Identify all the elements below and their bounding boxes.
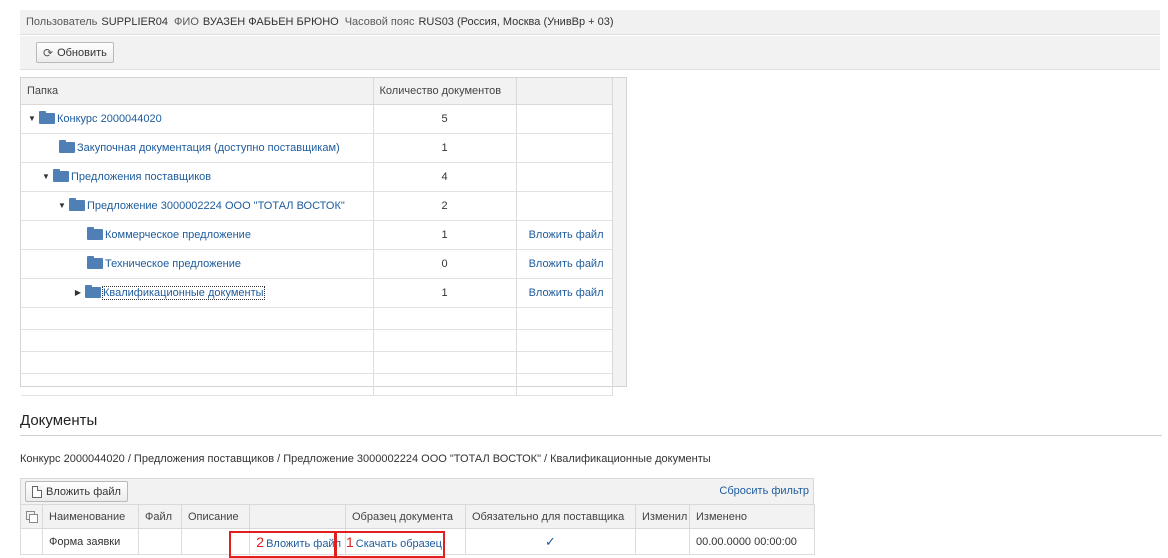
column-header-count[interactable]: Количество документов [373,78,517,105]
column-header-name[interactable]: Наименование [42,504,139,529]
checkmark-icon: ✓ [545,533,556,549]
empty-row [21,329,613,352]
column-header-changed-at[interactable]: Изменено [689,504,815,529]
tree-row[interactable]: Закупочная документация (доступно постав… [21,133,613,163]
doc-count: 0 [373,249,517,279]
empty-row [21,307,613,330]
folder-link[interactable]: Конкурс 2000044020 [57,113,162,125]
folder-link[interactable]: Предложения поставщиков [71,171,211,183]
folder-icon [39,111,55,124]
folder-tree-table: Папка Количество документов ▼ Конкурс 20… [20,77,627,396]
doc-name: Форма заявки [42,528,139,555]
doc-count: 4 [373,162,517,192]
doc-count: 1 [373,133,517,163]
document-icon [32,485,42,498]
user-label: Пользователь [26,16,98,28]
tree-row[interactable]: Коммерческое предложение 1 Вложить файл [21,220,613,250]
doc-count: 5 [373,104,517,134]
timezone-label: Часовой пояс [344,16,415,28]
folder-link[interactable]: Техническое предложение [105,258,241,270]
tree-row[interactable]: ▼ Конкурс 2000044020 5 [21,104,613,134]
user-value: SUPPLIER04 [101,16,169,28]
folder-link[interactable]: Закупочная документация (доступно постав… [77,142,340,154]
reset-filter-link[interactable]: Сбросить фильтр [719,485,809,497]
column-header-sample[interactable]: Образец документа [345,504,466,529]
column-header-changed-by[interactable]: Изменил [635,504,690,529]
highlight-box-download [335,531,445,558]
folder-link[interactable]: Предложение 3000002224 ООО "ТОТАЛ ВОСТОК… [87,200,345,212]
attach-file-link[interactable]: Вложить файл [529,287,604,299]
documents-toolbar: Вложить файл Сбросить фильтр [20,478,814,504]
fio-value: ВУАЗЕН ФАБЬЕН БРЮНО [202,16,339,28]
expand-arrow-icon[interactable]: ▼ [25,114,39,123]
column-header-blank [249,504,346,529]
folder-link[interactable]: Коммерческое предложение [105,229,251,241]
tree-row[interactable]: ▼ Предложение 3000002224 ООО "ТОТАЛ ВОСТ… [21,191,613,221]
tree-row[interactable]: Техническое предложение 0 Вложить файл [21,249,613,279]
refresh-icon: ⟳ [43,45,54,60]
folder-icon [69,198,85,211]
doc-count: 1 [373,220,517,250]
highlight-box-attach [229,531,336,558]
folder-icon [87,256,103,269]
select-all-cell[interactable] [20,504,43,529]
attach-file-button[interactable]: Вложить файл [25,481,128,502]
timezone-value: RUS03 (Россия, Москва (УнивВр + 03) [418,16,614,28]
changed-at: 00.00.0000 00:00:00 [689,528,815,555]
expand-arrow-icon[interactable]: ▼ [39,172,53,181]
toolbar: ⟳ Обновить [20,36,1160,70]
doc-file [138,528,182,555]
refresh-button[interactable]: ⟳ Обновить [36,42,114,63]
documents-title: Документы [20,412,98,429]
tree-row[interactable]: ▶ Квалификационные документы 1 Вложить ф… [21,278,613,308]
column-header-description[interactable]: Описание [181,504,250,529]
column-header-actions [516,78,613,105]
refresh-label: Обновить [57,46,107,59]
user-info-bar: Пользователь SUPPLIER04 ФИО ВУАЗЕН ФАБЬЕ… [20,10,1160,35]
folder-icon [85,285,101,298]
tree-row[interactable]: ▼ Предложения поставщиков 4 [21,162,613,192]
row-selector[interactable] [20,528,43,555]
collapse-arrow-icon[interactable]: ▶ [71,288,85,297]
changed-by [635,528,690,555]
section-divider [20,435,1162,436]
doc-count: 1 [373,278,517,308]
column-header-folder[interactable]: Папка [21,78,374,105]
folder-icon [87,227,103,240]
vertical-scrollbar[interactable] [612,78,626,386]
folder-link[interactable]: Квалификационные документы [102,285,265,300]
select-all-icon[interactable] [26,510,38,523]
attach-file-link[interactable]: Вложить файл [529,258,604,270]
expand-arrow-icon[interactable]: ▼ [55,201,69,210]
folder-icon [59,140,75,153]
breadcrumb: Конкурс 2000044020 / Предложения поставщ… [20,453,711,465]
attach-file-label: Вложить файл [46,485,121,498]
empty-row [21,351,613,374]
empty-row [21,373,613,396]
attach-file-link[interactable]: Вложить файл [529,229,604,241]
column-header-file[interactable]: Файл [138,504,182,529]
mandatory-cell: ✓ [465,528,636,555]
column-header-mandatory[interactable]: Обязательно для поставщика [465,504,636,529]
doc-count: 2 [373,191,517,221]
fio-label: ФИО [174,16,199,28]
folder-icon [53,169,69,182]
